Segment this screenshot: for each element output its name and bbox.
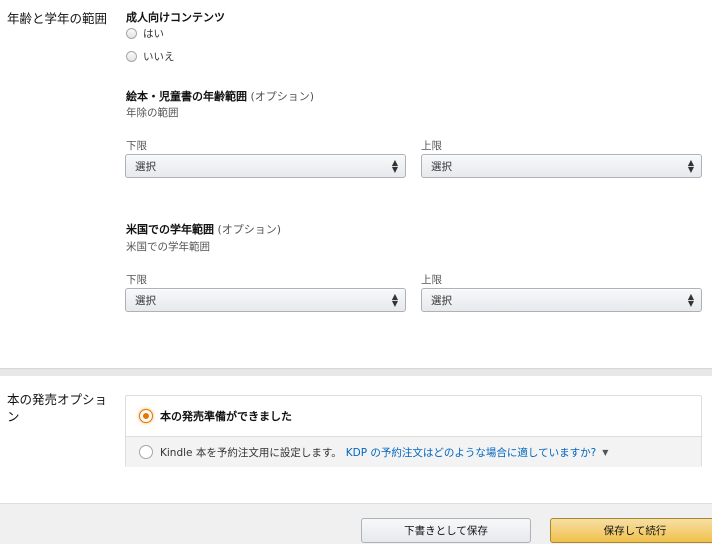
select-arrows-icon: ▲ ▼ [391,292,398,308]
section-divider [0,368,712,376]
children-age-max-select[interactable]: 選択 ▲ ▼ [421,154,702,178]
children-age-heading: 絵本・児童書の年齢範囲 (オプション) [126,88,314,104]
children-age-helper: 年除の範囲 [126,107,179,119]
us-grade-max-value: 選択 [431,294,452,307]
radio-preorder[interactable] [139,445,153,459]
children-age-max-value: 選択 [431,160,452,173]
save-continue-button[interactable]: 保存して続行 [550,518,712,543]
children-age-min-value: 選択 [135,160,156,173]
release-option-preorder-label: Kindle 本を予約注文用に設定します。 [160,446,342,459]
select-arrows-icon: ▲ ▼ [391,158,398,174]
radio-no[interactable] [126,51,137,62]
select-arrows-icon: ▲ ▼ [687,292,694,308]
adult-content-yes[interactable]: はい [126,26,164,41]
release-option-ready[interactable]: 本の発売準備ができました [126,396,701,437]
adult-content-no-label: いいえ [143,51,175,63]
release-section-title: 本の発売オプション [7,392,108,424]
adult-content-yes-label: はい [143,28,164,40]
radio-yes[interactable] [126,28,137,39]
children-age-min-label: 下限 [126,140,147,152]
children-age-label: 絵本・児童書の年齢範囲 [126,90,247,103]
footer-bar: 下書きとして保存 保存して続行 [0,503,712,544]
select-arrows-icon: ▲ ▼ [687,158,694,174]
us-grade-min-label: 下限 [126,274,147,286]
chevron-down-icon[interactable]: ▼ [602,448,608,457]
us-grade-helper: 米国での学年範囲 [126,241,210,253]
us-grade-max-select[interactable]: 選択 ▲ ▼ [421,288,702,312]
us-grade-min-select[interactable]: 選択 ▲ ▼ [125,288,406,312]
us-grade-label: 米国での学年範囲 [126,223,214,236]
children-age-optional: (オプション) [250,90,315,103]
us-grade-max-label: 上限 [421,274,442,286]
adult-content-label: 成人向けコンテンツ [126,11,225,24]
us-grade-heading: 米国での学年範囲 (オプション) [126,221,281,237]
release-option-ready-label: 本の発売準備ができました [160,410,292,423]
adult-content-no[interactable]: いいえ [126,49,175,64]
us-grade-optional: (オプション) [217,223,282,236]
release-option-preorder[interactable]: Kindle 本を予約注文用に設定します。 KDP の予約注文はどのような場合に… [126,437,701,467]
age-grade-section-title: 年齢と学年の範囲 [7,11,108,26]
children-age-min-select[interactable]: 選択 ▲ ▼ [125,154,406,178]
release-options-box: 本の発売準備ができました Kindle 本を予約注文用に設定します。 KDP の… [125,395,702,467]
radio-ready-selected[interactable] [139,409,153,423]
preorder-help-link[interactable]: KDP の予約注文はどのような場合に適していますか? [346,445,596,460]
us-grade-min-value: 選択 [135,294,156,307]
save-draft-button[interactable]: 下書きとして保存 [361,518,531,543]
children-age-max-label: 上限 [421,140,442,152]
